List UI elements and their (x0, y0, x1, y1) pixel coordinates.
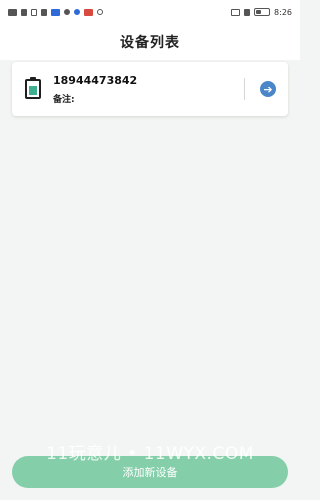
nfc-icon (231, 8, 241, 16)
signal-icon (8, 8, 17, 16)
arrow-right-circle-icon[interactable]: ➔ (260, 81, 276, 97)
sim-icon (41, 8, 47, 16)
device-icon (25, 77, 41, 99)
add-device-button[interactable]: 添加新设备 (12, 456, 288, 488)
device-info: 18944473842 备注: (53, 74, 244, 105)
app-red-icon (84, 8, 93, 16)
status-time: 8:26 (274, 7, 292, 17)
status-right-icons: 8:26 (231, 8, 292, 17)
page-header: 设备列表 (0, 24, 300, 60)
card-divider (244, 78, 245, 100)
signal-bars-icon (21, 8, 27, 16)
battery-icon (254, 8, 271, 16)
more-icon (97, 9, 103, 15)
add-device-label: 添加新设备 (122, 466, 178, 479)
notification-icon (64, 9, 70, 15)
app-icon (51, 8, 60, 16)
app-badge-icon (74, 9, 80, 15)
status-left-icons (8, 8, 103, 16)
bluetooth-icon (244, 8, 251, 16)
page-title: 设备列表 (120, 35, 180, 51)
device-card[interactable]: 18944473842 备注: ➔ (12, 62, 288, 116)
status-bar: 8:26 (0, 0, 300, 24)
wifi-icon (31, 8, 37, 16)
device-phone: 18944473842 (53, 73, 138, 87)
device-note-label: 备注: (53, 94, 75, 105)
